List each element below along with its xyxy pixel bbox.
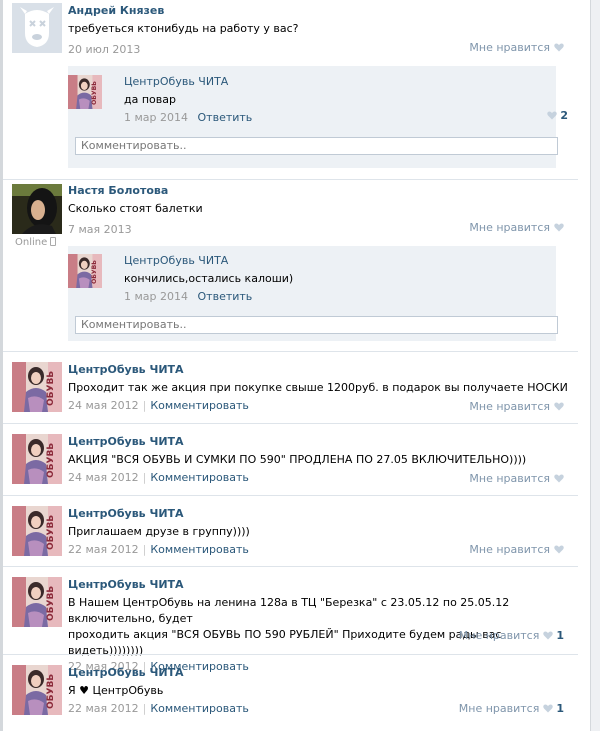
reply-text: кончились,остались калоши) bbox=[124, 272, 294, 285]
like-label: Мне нравится bbox=[469, 400, 550, 413]
reply-author[interactable]: ЦентрОбувь ЧИТА bbox=[124, 254, 556, 268]
post-author[interactable]: Настя Болотова bbox=[68, 184, 578, 198]
comment-input[interactable]: Комментировать.. bbox=[75, 137, 558, 155]
heart-icon bbox=[554, 402, 564, 411]
wall-post: ЦентрОбувь ЧИТА Я ♥ ЦентрОбувь 22 мая 20… bbox=[3, 654, 578, 732]
like-label: Мне нравится bbox=[469, 472, 550, 485]
heart-icon bbox=[554, 223, 564, 232]
post-text: требуеться ктонибудь на работу у вас? bbox=[68, 22, 299, 35]
comment-link[interactable]: Комментировать bbox=[150, 702, 248, 715]
post-date[interactable]: 22 мая 2012 bbox=[68, 702, 139, 715]
like-label: Мне нравится bbox=[469, 221, 550, 234]
reply-answer-link[interactable]: Ответить bbox=[198, 290, 253, 303]
comment-link[interactable]: Комментировать bbox=[150, 543, 248, 556]
post-text-line-1: В Нашем ЦентрОбувь на ленина 128а в ТЦ "… bbox=[68, 596, 510, 625]
avatar-group[interactable] bbox=[12, 362, 62, 412]
post-author[interactable]: ЦентрОбувь ЧИТА bbox=[68, 363, 578, 377]
like-button[interactable]: Мне нравится bbox=[469, 400, 564, 414]
reply-like-count: 2 bbox=[560, 109, 568, 122]
like-label: Мне нравится bbox=[458, 702, 540, 715]
reply-author[interactable]: ЦентрОбувь ЧИТА bbox=[124, 75, 556, 89]
heart-icon bbox=[554, 545, 564, 554]
like-label: Мне нравится bbox=[458, 629, 540, 642]
like-label: Мне нравится bbox=[469, 543, 550, 556]
comment-link[interactable]: Комментировать bbox=[150, 471, 248, 484]
avatar-group[interactable] bbox=[12, 506, 62, 556]
post-author[interactable]: ЦентрОбувь ЧИТА bbox=[68, 578, 578, 592]
post-author[interactable]: ЦентрОбувь ЧИТА bbox=[68, 666, 578, 680]
avatar-group[interactable] bbox=[12, 665, 62, 715]
post-text: Приглашаем друзе в группу)))) bbox=[68, 525, 250, 538]
post-text: Я ♥ ЦентрОбувь bbox=[68, 684, 164, 697]
reply-block: ЦентрОбувь ЧИТА да повар 1 мар 2014 Отве… bbox=[68, 66, 568, 168]
comment-link[interactable]: Комментировать bbox=[150, 399, 248, 412]
mobile-icon bbox=[50, 237, 57, 246]
wall-post: Online Настя Болотова Сколько стоят бале… bbox=[3, 179, 578, 352]
post-author[interactable]: Андрей Князев bbox=[68, 4, 578, 18]
like-button[interactable]: Мне нравится 1 bbox=[459, 629, 564, 643]
post-date[interactable]: 24 мая 2012 bbox=[68, 471, 139, 484]
avatar-group[interactable] bbox=[12, 434, 62, 484]
heart-icon bbox=[554, 474, 564, 483]
heart-icon bbox=[547, 111, 557, 120]
like-button[interactable]: Мне нравится 1 bbox=[459, 702, 564, 716]
reply-answer-link[interactable]: Ответить bbox=[198, 111, 253, 124]
like-button[interactable]: Мне нравится bbox=[469, 543, 564, 557]
wall-post: ЦентрОбувь ЧИТА Приглашаем друзе в групп… bbox=[3, 495, 578, 567]
avatar-group[interactable] bbox=[12, 577, 62, 627]
avatar-user[interactable] bbox=[12, 184, 62, 234]
like-label: Мне нравится bbox=[469, 41, 550, 54]
reply-text: да повар bbox=[124, 93, 176, 106]
post-author[interactable]: ЦентрОбувь ЧИТА bbox=[68, 507, 578, 521]
wall-post: ЦентрОбувь ЧИТА В Нашем ЦентрОбувь на ле… bbox=[3, 566, 578, 673]
reply-like-button[interactable]: 2 bbox=[547, 109, 568, 123]
reply-avatar[interactable] bbox=[68, 75, 102, 109]
like-count: 1 bbox=[556, 629, 564, 642]
post-text: АКЦИЯ "ВСЯ ОБУВЬ И СУМКИ ПО 590" ПРОДЛЕН… bbox=[68, 453, 527, 466]
like-button[interactable]: Мне нравится bbox=[469, 221, 564, 235]
reply-avatar[interactable] bbox=[68, 254, 102, 288]
online-status: Online bbox=[15, 237, 57, 249]
wall-post: Андрей Князев требуеться ктонибудь на ра… bbox=[3, 0, 578, 179]
post-date[interactable]: 24 мая 2012 bbox=[68, 399, 139, 412]
reply-block: ЦентрОбувь ЧИТА кончились,остались калош… bbox=[68, 246, 558, 341]
post-text: Сколько стоят балетки bbox=[68, 202, 203, 215]
reply-date[interactable]: 1 мар 2014 bbox=[124, 290, 188, 303]
like-count: 1 bbox=[556, 702, 564, 715]
avatar-deactivated[interactable] bbox=[12, 3, 62, 53]
comment-input[interactable]: Комментировать.. bbox=[75, 316, 558, 334]
reply-date[interactable]: 1 мар 2014 bbox=[124, 111, 188, 124]
post-author[interactable]: ЦентрОбувь ЧИТА bbox=[68, 435, 578, 449]
post-text: Проходит так же акция при покупке свыше … bbox=[68, 381, 568, 394]
heart-icon bbox=[543, 704, 553, 713]
heart-icon bbox=[543, 631, 553, 640]
wall-post: ЦентрОбувь ЧИТА Проходит так же акция пр… bbox=[3, 351, 578, 424]
wall-post: ЦентрОбувь ЧИТА АКЦИЯ "ВСЯ ОБУВЬ И СУМКИ… bbox=[3, 423, 578, 496]
post-date[interactable]: 22 мая 2012 bbox=[68, 543, 139, 556]
like-button[interactable]: Мне нравится bbox=[469, 41, 564, 55]
like-button[interactable]: Мне нравится bbox=[469, 472, 564, 486]
page-scrollbar[interactable] bbox=[590, 0, 600, 731]
heart-icon bbox=[554, 43, 564, 52]
